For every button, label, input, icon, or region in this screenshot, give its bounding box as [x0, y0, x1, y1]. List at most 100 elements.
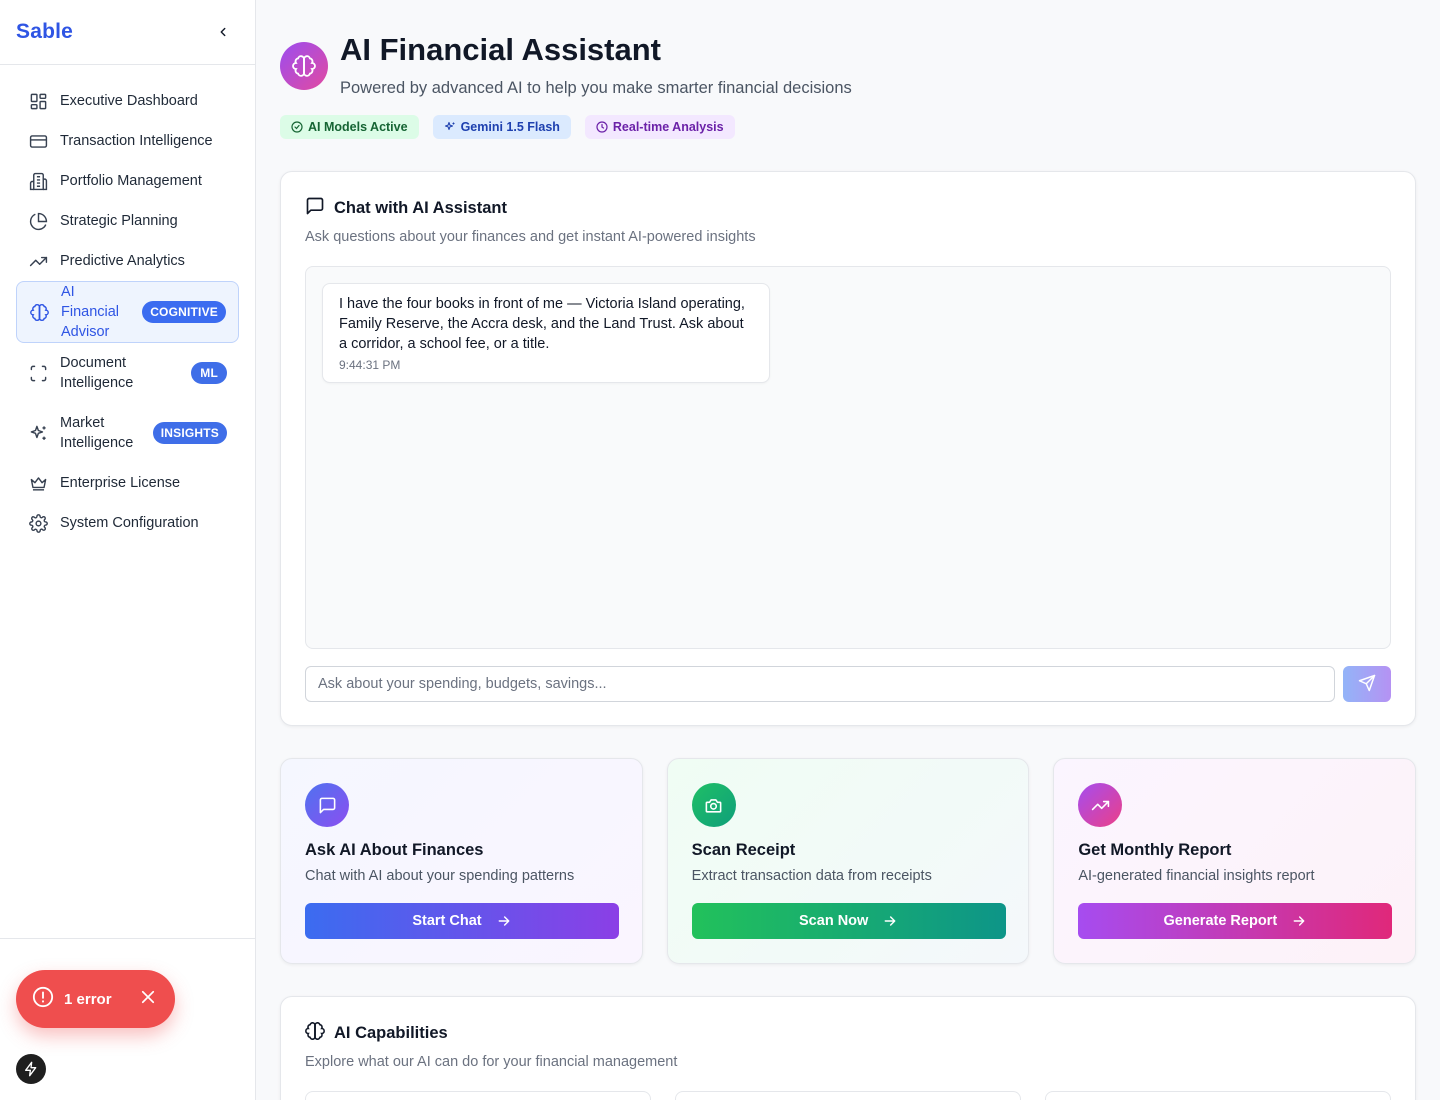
brain-icon [305, 1021, 325, 1046]
capability-card[interactable] [305, 1091, 651, 1100]
status-badge-models: AI Models Active [280, 115, 419, 139]
status-badge-label: Gemini 1.5 Flash [460, 120, 560, 134]
arrow-right-icon [884, 916, 896, 926]
crown-icon [28, 473, 48, 493]
trending-up-icon [28, 251, 48, 271]
chat-input[interactable] [305, 666, 1335, 702]
chat-card-title: Chat with AI Assistant [305, 196, 1391, 221]
sidebar-item-label: Market Intelligence [60, 415, 134, 451]
sidebar-item-strategic-planning[interactable]: Strategic Planning [16, 201, 239, 241]
sidebar-item-label: Transaction Intelligence [60, 133, 213, 149]
scan-icon [28, 363, 48, 383]
page-header: AI Financial Assistant Powered by advanc… [280, 0, 1416, 170]
sidebar-item-label: AI Financial Advisor [61, 284, 120, 340]
sidebar-item-document-intelligence[interactable]: Document Intelligence ML [16, 343, 239, 403]
message-square-icon [305, 783, 349, 827]
chat-messages[interactable]: I have the four books in front of me — V… [305, 266, 1391, 649]
main-content: AI Financial Assistant Powered by advanc… [280, 0, 1417, 1100]
sidebar-item-ai-financial-advisor[interactable]: AI Financial Advisor COGNITIVE [16, 281, 239, 343]
action-description: AI-generated financial insights report [1078, 868, 1315, 884]
capability-card[interactable] [675, 1091, 1021, 1100]
arrow-right-icon [1293, 916, 1305, 926]
status-badge-label: AI Models Active [308, 120, 408, 134]
error-count: 1 error [64, 990, 112, 1008]
sidebar-item-portfolio-management[interactable]: Portfolio Management [16, 161, 239, 201]
chevron-left-icon[interactable] [213, 22, 233, 42]
sparkles-icon [28, 423, 48, 443]
capabilities-description: Explore what our AI can do for your fina… [305, 1054, 678, 1070]
action-title: Ask AI About Finances [305, 841, 484, 859]
message-timestamp: 9:44:31 PM [339, 358, 401, 372]
lightning-icon[interactable] [16, 1054, 46, 1084]
chat-title-text: Chat with AI Assistant [334, 199, 507, 217]
cognitive-badge: COGNITIVE [142, 301, 226, 323]
sidebar: Sable Executive Dashboard Transaction In… [0, 0, 256, 1100]
button-label: Scan Now [799, 913, 869, 929]
camera-icon [691, 783, 736, 827]
status-pills: AI Models Active Gemini 1.5 Flash Real-t… [280, 115, 735, 139]
action-card-scan-receipt: Scan Receipt Extract transaction data fr… [666, 758, 1030, 964]
action-description: Chat with AI about your spending pattern… [305, 868, 575, 884]
trending-up-icon [1078, 783, 1123, 827]
capabilities-grid [305, 1091, 1391, 1100]
building-icon [28, 171, 48, 191]
message-square-icon [305, 196, 325, 221]
action-title: Scan Receipt [691, 841, 796, 859]
clock-icon [596, 121, 608, 133]
arrow-right-icon [498, 916, 510, 926]
sidebar-item-market-intelligence[interactable]: Market Intelligence INSIGHTS [16, 403, 239, 463]
capabilities-title: AI Capabilities [305, 1021, 1391, 1046]
page-title: AI Financial Assistant [340, 32, 661, 67]
sidebar-item-label: Enterprise License [60, 475, 181, 491]
close-icon[interactable] [139, 988, 157, 1011]
app-root: Sable Executive Dashboard Transaction In… [0, 0, 1440, 1100]
generate-report-button[interactable]: Generate Report [1078, 903, 1393, 939]
insights-badge: INSIGHTS [152, 422, 227, 444]
start-chat-button[interactable]: Start Chat [305, 903, 619, 939]
message-text: I have the four books in front of me — V… [339, 296, 745, 352]
scan-now-button[interactable]: Scan Now [691, 903, 1006, 939]
action-card-monthly-report: Get Monthly Report AI-generated financia… [1053, 758, 1417, 964]
sidebar-item-transaction-intelligence[interactable]: Transaction Intelligence [16, 121, 239, 161]
sparkles-icon [444, 121, 455, 131]
send-icon [1358, 674, 1376, 695]
action-card-ask-ai: Ask AI About Finances Chat with AI about… [280, 758, 643, 964]
credit-card-icon [28, 131, 48, 151]
button-label: Generate Report [1163, 913, 1278, 929]
check-circle-icon [291, 121, 303, 133]
alert-circle-icon [32, 986, 54, 1013]
sidebar-nav: Executive Dashboard Transaction Intellig… [0, 65, 255, 559]
error-toast[interactable]: 1 error [16, 970, 175, 1028]
status-badge-model-version: Gemini 1.5 Flash [432, 115, 571, 139]
brain-icon [280, 42, 328, 90]
capabilities-card: AI Capabilities Explore what our AI can … [280, 996, 1416, 1100]
action-title: Get Monthly Report [1078, 841, 1232, 859]
sidebar-item-label: Portfolio Management [60, 173, 202, 189]
action-description: Extract transaction data from receipts [691, 868, 932, 884]
capability-card[interactable] [1045, 1091, 1391, 1100]
quick-actions: Ask AI About Finances Chat with AI about… [280, 758, 1417, 964]
capabilities-title-text: AI Capabilities [334, 1024, 448, 1042]
sidebar-item-label: Executive Dashboard [60, 93, 198, 109]
sidebar-item-label: System Configuration [60, 515, 199, 531]
status-badge-label: Real-time Analysis [612, 120, 724, 134]
ml-badge: ML [191, 362, 227, 384]
brand-logo[interactable]: Sable [16, 20, 73, 44]
sidebar-item-system-configuration[interactable]: System Configuration [16, 503, 239, 543]
sidebar-item-label: Document Intelligence [60, 355, 134, 391]
button-label: Start Chat [412, 913, 482, 929]
sidebar-item-predictive-analytics[interactable]: Predictive Analytics [16, 241, 239, 281]
gear-icon [28, 513, 48, 533]
sidebar-item-executive-dashboard[interactable]: Executive Dashboard [16, 81, 239, 121]
chat-card: Chat with AI Assistant Ask questions abo… [280, 171, 1416, 726]
sidebar-header: Sable [0, 0, 255, 65]
brain-icon [29, 302, 49, 322]
sidebar-item-label: Predictive Analytics [60, 253, 185, 269]
send-button[interactable] [1343, 666, 1391, 702]
pie-chart-icon [28, 211, 48, 231]
chat-card-description: Ask questions about your finances and ge… [305, 229, 756, 245]
assistant-message: I have the four books in front of me — V… [322, 283, 770, 383]
page-subtitle: Powered by advanced AI to help you make … [340, 79, 852, 97]
dashboard-icon [28, 91, 48, 111]
sidebar-item-enterprise-license[interactable]: Enterprise License [16, 463, 239, 503]
